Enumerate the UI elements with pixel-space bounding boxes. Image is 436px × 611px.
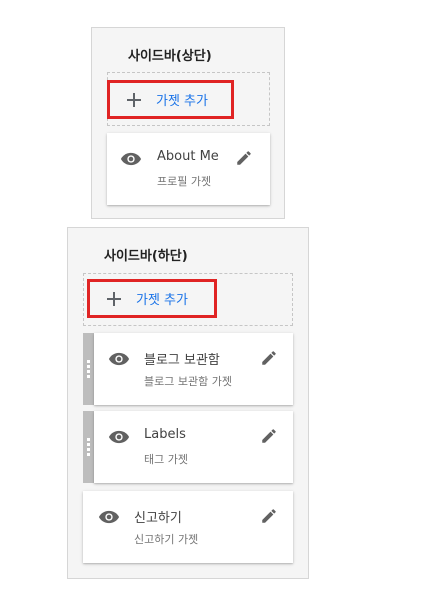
pencil-icon[interactable] — [260, 507, 278, 525]
eye-icon[interactable] — [108, 352, 130, 366]
drag-handle-icon[interactable] — [83, 411, 94, 483]
pencil-icon[interactable] — [235, 149, 253, 167]
plus-icon — [126, 92, 142, 108]
drag-handle-icon[interactable] — [83, 333, 94, 405]
eye-icon[interactable] — [108, 430, 130, 444]
eye-icon[interactable] — [98, 510, 120, 524]
add-gadget-button[interactable]: 가젯 추가 — [107, 80, 234, 119]
widget-subtitle: 프로필 가젯 — [157, 175, 212, 188]
add-gadget-label: 가젯 추가 — [156, 94, 208, 109]
plus-icon — [106, 291, 122, 307]
widget-title: Labels — [144, 427, 186, 442]
widget-card-labels[interactable]: Labels 태그 가젯 — [94, 411, 293, 483]
widget-title: 블로그 보관함 — [144, 353, 220, 368]
add-gadget-label: 가젯 추가 — [136, 293, 188, 308]
pencil-icon[interactable] — [260, 349, 278, 367]
widget-subtitle: 태그 가젯 — [144, 453, 188, 466]
sidebar-top-panel: 사이드바(상단) 가젯 추가 About Me 프로필 가젯 — [91, 27, 285, 219]
widget-subtitle: 블로그 보관함 가젯 — [144, 375, 232, 388]
eye-icon[interactable] — [120, 152, 142, 166]
widget-title: 신고하기 — [134, 511, 182, 526]
sidebar-bottom-panel: 사이드바(하단) 가젯 추가 블로그 보관함 블로그 보관함 가젯 Labels… — [67, 227, 309, 579]
widget-card-blog-archive[interactable]: 블로그 보관함 블로그 보관함 가젯 — [94, 333, 293, 405]
pencil-icon[interactable] — [260, 427, 278, 445]
widget-subtitle: 신고하기 가젯 — [134, 533, 199, 546]
add-gadget-button[interactable]: 가젯 추가 — [87, 279, 217, 318]
widget-card-report[interactable]: 신고하기 신고하기 가젯 — [83, 491, 293, 563]
panel-title: 사이드바(상단) — [128, 49, 212, 64]
panel-title: 사이드바(하단) — [104, 249, 188, 264]
widget-title: About Me — [157, 149, 219, 164]
widget-card-about-me[interactable]: About Me 프로필 가젯 — [107, 133, 270, 205]
